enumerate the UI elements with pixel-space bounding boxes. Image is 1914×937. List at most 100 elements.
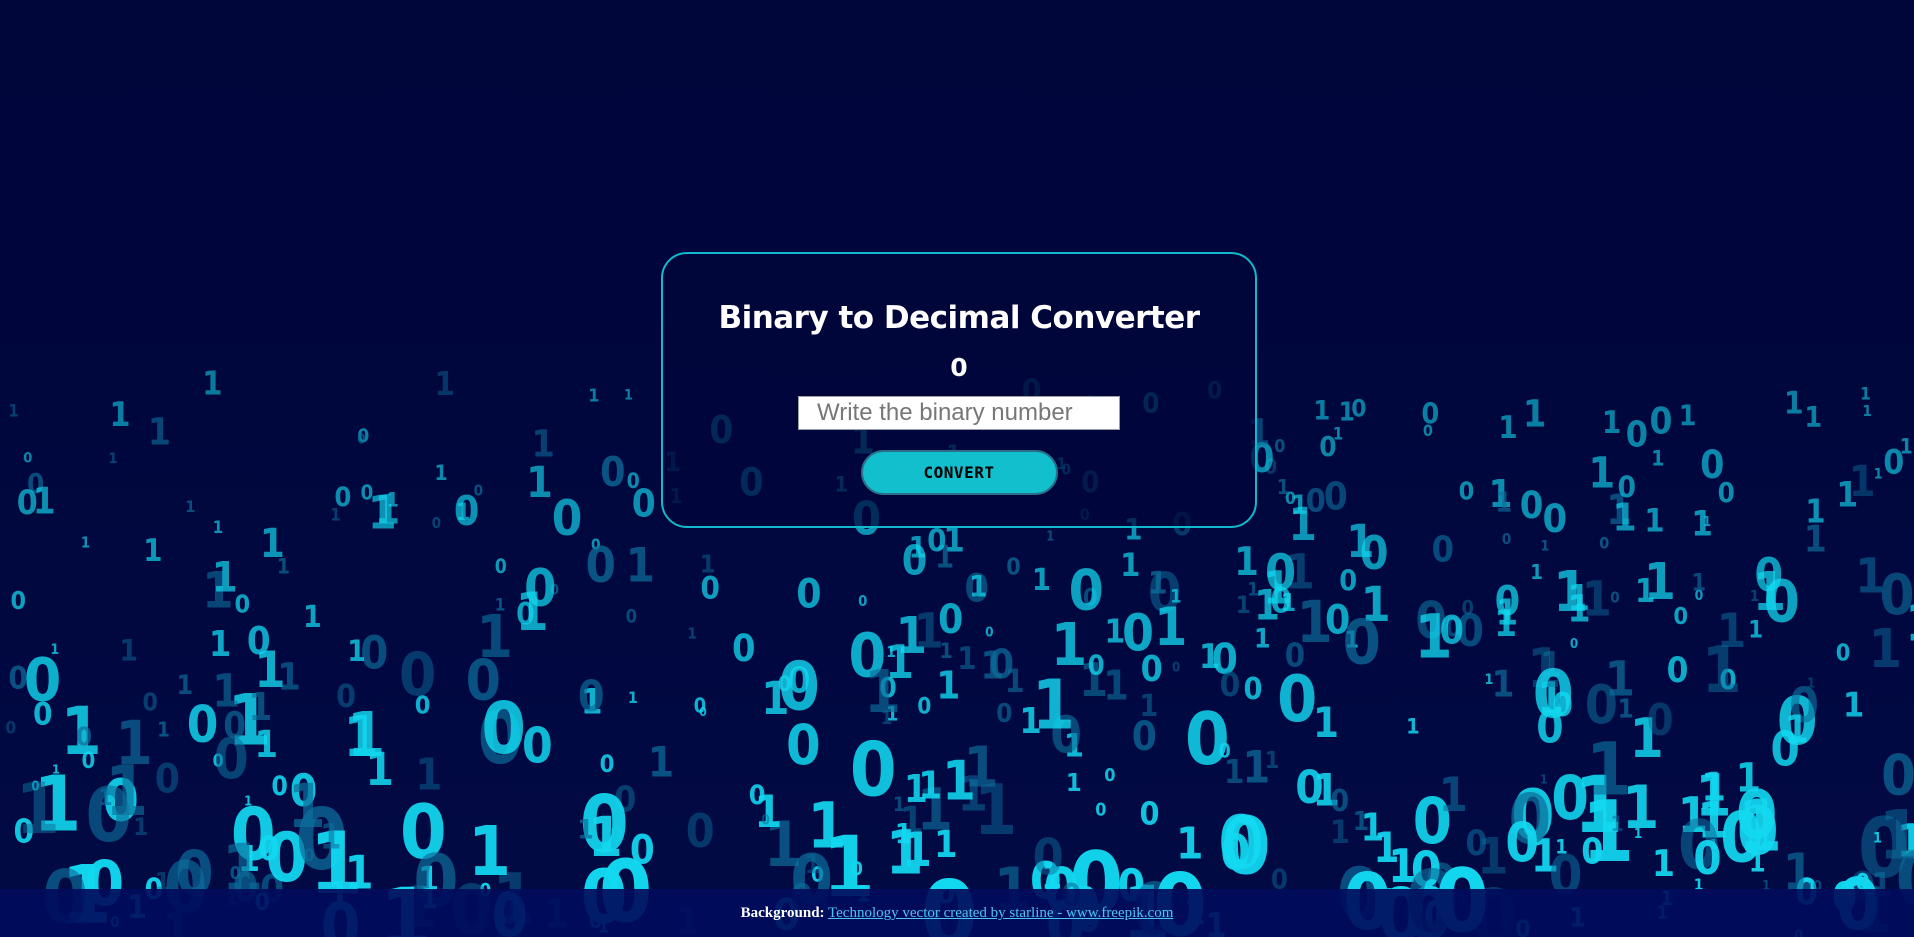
binary-digit: 0 [361,481,374,505]
binary-digit: 1 [526,458,553,508]
page-title: Binary to Decimal Converter [718,300,1200,336]
binary-digit: 0 [1360,526,1389,580]
binary-digit: 1 [1843,685,1864,725]
binary-digit: 0 [902,537,928,585]
binary-digit: 0 [247,619,271,663]
binary-digit: 1 [1849,457,1876,507]
binary-digit: 1 [1644,553,1676,612]
binary-digit: 0 [927,523,946,559]
binary-digit: 1 [1588,448,1615,498]
binary-digit: 1 [1695,762,1731,830]
binary-digit: 1 [1873,830,1882,847]
binary-digit: 0 [858,593,867,610]
binary-digit: 1 [1804,518,1827,561]
binary-digit: 1 [8,402,18,421]
binary-digit: 0 [1088,651,1105,682]
footer-label: Background: [740,905,825,921]
binary-digit: 1 [456,498,471,526]
binary-digit: 1 [1313,395,1330,426]
binary-digit: 0 [1718,477,1735,509]
binary-digit: 1 [687,624,697,642]
binary-digit: 1 [1236,591,1251,619]
binary-digit: 1 [1297,588,1333,656]
binary-digit: 1 [209,624,231,665]
binary-digit: 1 [957,641,976,677]
binary-digit: 1 [1613,496,1637,541]
binary-digit: 1 [963,736,998,801]
binary-digit: 1 [320,817,342,857]
binary-digit: 1 [434,364,455,403]
binary-digit: 0 [600,750,615,778]
binary-digit: 1 [1492,663,1515,705]
binary-digit: 0 [699,705,707,719]
binary-digit: 0 [143,688,158,717]
binary-digit: 0 [1440,608,1464,653]
binary-digit: 0 [1122,604,1154,663]
binary-digit: 0 [1771,724,1800,778]
freepik-credit-link[interactable]: Technology vector created by starline - … [828,905,1173,921]
binary-digit: 0 [1220,824,1251,881]
convert-button[interactable]: CONVERT [860,450,1058,495]
binary-digit: 0 [11,586,27,615]
binary-digit: 0 [155,757,180,803]
binary-digit: 1 [468,812,511,892]
binary-digit: 1 [16,768,60,850]
binary-digit: 0 [626,607,637,628]
binary-digit: 1 [1234,539,1259,585]
binary-digit: 0 [1319,430,1336,463]
binary-digit: 1 [212,553,238,602]
binary-digit: 1 [415,751,442,801]
binary-digit: 0 [788,660,810,701]
binary-digit: 0 [271,771,288,802]
binary-digit: 0 [1274,436,1285,457]
binary-digit: 0 [1836,639,1851,666]
decimal-result: 0 [950,353,968,382]
binary-digit: 1 [98,785,112,811]
binary-digit: 0 [1140,794,1160,832]
binary-digit: 0 [989,642,1014,688]
binary-digit: 1 [330,504,340,524]
binary-digit: 0 [432,514,441,532]
binary-digit: 0 [1351,393,1366,422]
binary-digit: 1 [1495,488,1512,519]
binary-digit: 1 [1530,560,1543,584]
binary-digit: 1 [365,743,394,796]
binary-digit: 0 [1520,483,1544,527]
binary-digit: 1 [1032,666,1075,746]
converter-card: Binary to Decimal Converter 0 CONVERT [661,252,1257,528]
binary-digit: 0 [796,570,821,618]
binary-digit: 1 [1804,401,1822,434]
binary-digit: 0 [985,625,993,641]
binary-digit: 0 [1551,764,1589,834]
binary-digit: 1 [185,497,195,516]
binary-digit: 0 [1599,534,1609,553]
binary-digit: 1 [1291,490,1308,521]
binary-digit: 1 [1555,836,1567,859]
binary-digit: 0 [578,672,605,722]
binary-digit: 1 [1900,435,1913,459]
binary-digit: 0 [1764,567,1800,635]
binary-digit: 0 [600,448,625,496]
binary-digit: 0 [6,717,17,737]
binary-digit: 0 [17,483,38,522]
binary-digit: 0 [524,559,557,619]
binary-digit: 0 [1339,563,1357,597]
binary-digit: 1 [177,670,194,701]
binary-digit: 0 [23,450,32,466]
binary-digit: 0 [1069,559,1104,624]
binary-digit: 1 [1361,805,1385,849]
binary-digit: 0 [1172,660,1180,675]
binary-digit: 0 [1095,799,1106,820]
binary-digit: 0 [786,714,821,778]
binary-digit: 1 [213,517,224,537]
binary-input[interactable] [798,396,1120,430]
binary-digit: 1 [626,539,656,594]
binary-digit: 1 [1651,446,1664,470]
binary-digit: 0 [1033,829,1064,887]
binary-digit: 0 [1244,672,1263,707]
binary-digit: 0 [917,694,931,720]
binary-digit: 1 [1439,769,1468,823]
binary-digit: 1 [115,709,153,779]
binary-digit: 1 [1652,842,1675,885]
binary-digit: 0 [214,727,249,792]
